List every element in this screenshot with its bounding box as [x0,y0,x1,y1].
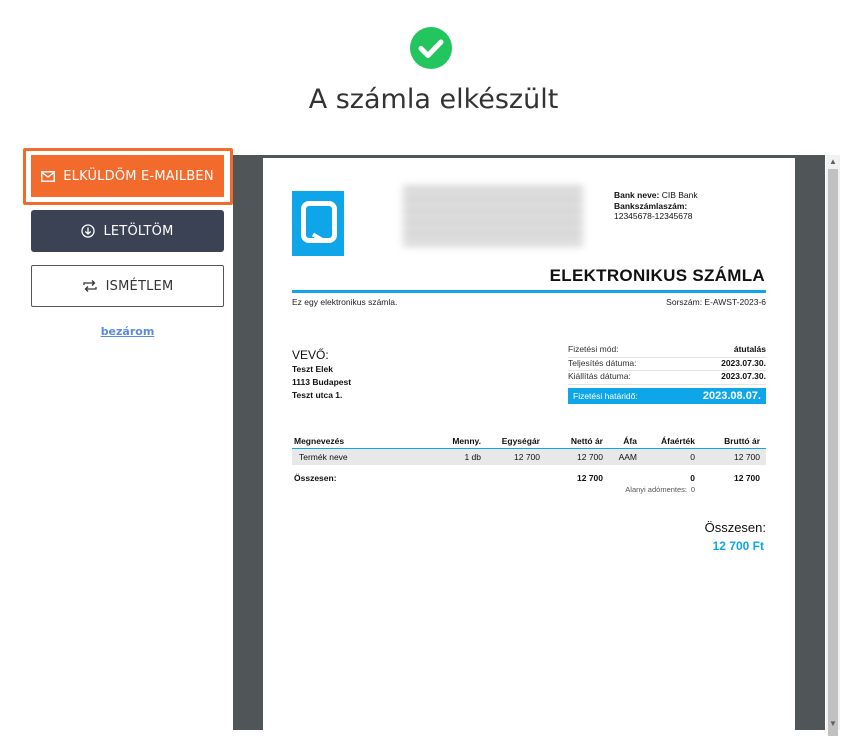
table-header-row: Megnevezés Menny. Egységár Nettó ár Áfa … [292,434,766,449]
bank-info: Bank neve: CIB Bank Bankszámlaszám: 1234… [614,190,698,221]
page-title: A számla elkészült [308,84,559,115]
scroll-up-arrow-icon[interactable]: ▲ [829,157,837,166]
company-logo [292,191,344,256]
invoice-serial: Sorszám: E-AWST-2023-6 [666,297,766,307]
buyer-info: Teszt Elek 1113 Budapest Teszt utca 1. [292,364,352,400]
due-date-highlight: Fizetési határidő: 2023.08.07. [568,387,766,404]
total-label: Összesen: [704,520,766,535]
total-value: 12 700 Ft [712,539,764,553]
download-label: LETÖLTÖM [103,223,174,239]
scrollbar-thumb[interactable] [828,169,838,736]
table-sum-row: Összesen: 12 700 0 12 700 [294,473,760,483]
vat-note-row: Alanyi adómentes: 0 [625,485,695,494]
pdf-viewer[interactable]: Bank neve: CIB Bank Bankszámlaszám: 1234… [233,155,825,730]
table-row: Termék neve 1 db 12 700 12 700 AAM 0 12 … [292,449,766,465]
invoice-title: ELEKTRONIKUS SZÁMLA [549,266,765,285]
invoice-page: Bank neve: CIB Bank Bankszámlaszám: 1234… [263,158,795,730]
scroll-down-arrow-icon[interactable]: ▼ [829,719,837,728]
viewer-scrollbar[interactable]: ▲ ▼ [826,155,840,736]
send-email-label: ELKÜLDÖM E-MAILBEN [63,168,214,184]
download-icon [81,224,96,238]
payment-info: Fizetési mód: átutalás Teljesítés dátuma:… [568,344,766,404]
repeat-icon [82,280,97,292]
envelope-icon [41,170,56,182]
repeat-button[interactable]: ISMÉTLEM [31,265,224,307]
repeat-label: ISMÉTLEM [105,278,174,294]
send-email-button[interactable]: ELKÜLDÖM E-MAILBEN [31,155,224,197]
close-link[interactable]: bezárom [31,325,224,338]
invoice-subtitle: Ez egy elektronikus számla. [292,297,398,307]
items-table: Megnevezés Menny. Egységár Nettó ár Áfa … [292,434,766,497]
title-rule [292,290,766,293]
download-button[interactable]: LETÖLTÖM [31,210,224,252]
success-check-icon [410,27,452,69]
buyer-heading: VEVŐ: [292,348,329,362]
blurred-seller-info [403,186,583,246]
